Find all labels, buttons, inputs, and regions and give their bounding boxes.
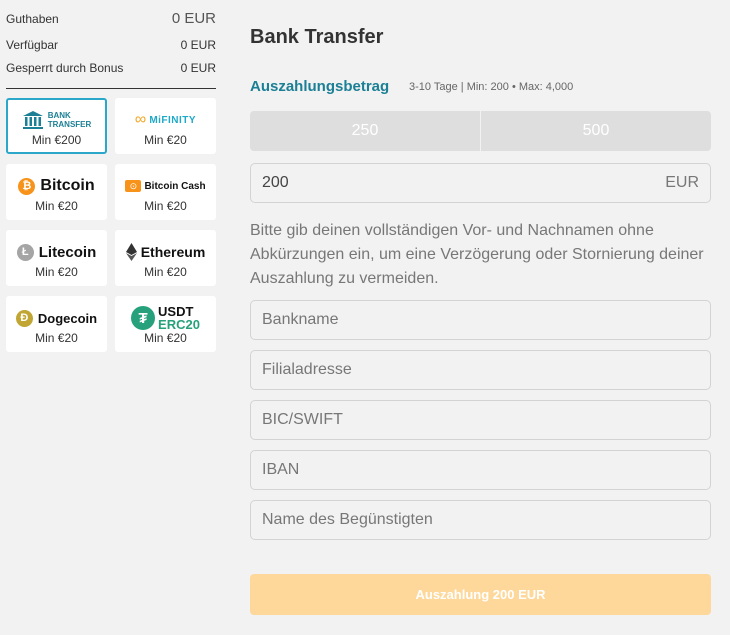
bonus-locked-row: Gesperrt durch Bonus 0 EUR [6, 61, 216, 75]
balance-row: Guthaben 0 EUR [6, 10, 216, 27]
quick-amounts: 250 500 [250, 111, 711, 151]
method-bitcoin[interactable]: ₿ Bitcoin Min €20 [6, 164, 107, 220]
method-dogecoin[interactable]: Ð Dogecoin Min €20 [6, 296, 107, 352]
bank-icon [22, 111, 43, 129]
iban-field [250, 450, 711, 490]
name-notice: Bitte gib deinen vollständigen Vor- und … [250, 222, 704, 287]
bitcoin-cash-logo: ⊙ Bitcoin Cash [117, 172, 214, 200]
withdraw-button[interactable]: Auszahlung 200 EUR [250, 574, 711, 615]
bank-logo-line2: TRANSFER [47, 120, 92, 129]
litecoin-logo-text: Litecoin [38, 243, 97, 261]
method-min: Min €20 [35, 265, 78, 279]
tether-icon: ₮ [131, 306, 156, 330]
bitcoin-logo: ₿ Bitcoin [8, 172, 105, 200]
quick-amount-button[interactable]: 500 [480, 111, 711, 151]
mifinity-logo: ∞ MiFINITY [117, 106, 214, 134]
method-min: Min €20 [144, 331, 187, 345]
dogecoin-icon: Ð [15, 309, 33, 327]
method-bank-transfer[interactable]: BANK TRANSFER Min €200 [6, 98, 107, 154]
method-ethereum[interactable]: Ethereum Min €20 [115, 230, 216, 286]
branch-address-field [250, 350, 711, 390]
currency-label: EUR [665, 174, 699, 191]
available-row: Verfügbar 0 EUR [6, 38, 216, 52]
bitcoin-icon: ₿ [18, 177, 36, 195]
litecoin-icon: Ł [16, 243, 34, 261]
beneficiary-field [250, 500, 711, 540]
method-usdt-erc20[interactable]: ₮ USDT ERC20 Min €20 [115, 296, 216, 352]
available-value: 0 EUR [180, 38, 216, 52]
bitcoin-logo-text: Bitcoin [40, 177, 95, 194]
payment-sidebar: Guthaben 0 EUR Verfügbar 0 EUR Gesperrt … [0, 0, 226, 635]
method-litecoin[interactable]: Ł Litecoin Min €20 [6, 230, 107, 286]
bitcoin-cash-logo-text: Bitcoin Cash [144, 180, 206, 192]
bank-logo-line1: BANK [47, 111, 71, 120]
method-min: Min €200 [31, 133, 82, 147]
method-min: Min €20 [144, 199, 187, 213]
withdrawal-form: Bank Transfer Auszahlungsbetrag 3-10 Tag… [226, 0, 730, 635]
bonus-locked-label: Gesperrt durch Bonus [6, 61, 124, 75]
amount-limits: 3-10 Tage | Min: 200 • Max: 4,000 [409, 81, 574, 93]
ethereum-logo: Ethereum [117, 238, 214, 266]
amount-field: EUR [250, 163, 711, 203]
beneficiary-input[interactable] [262, 511, 699, 529]
bitcoin-cash-icon: ⊙ [125, 180, 142, 192]
method-min: Min €20 [35, 331, 78, 345]
mifinity-logo-text: MiFINITY [149, 114, 197, 126]
amount-label: Auszahlungsbetrag [250, 78, 390, 95]
infinity-icon: ∞ [134, 111, 147, 128]
iban-input[interactable] [262, 461, 699, 479]
method-min: Min €20 [144, 133, 187, 147]
branch-address-input[interactable] [262, 361, 699, 379]
method-mifinity[interactable]: ∞ MiFINITY Min €20 [115, 98, 216, 154]
ethereum-icon [125, 243, 137, 261]
method-min: Min €20 [144, 265, 187, 279]
amount-input[interactable] [262, 174, 666, 192]
usdt-logo-line2: ERC20 [158, 317, 200, 332]
available-label: Verfügbar [6, 38, 59, 52]
bank-name-input[interactable] [262, 311, 699, 329]
bank-name-field [250, 300, 711, 340]
balance-value: 0 EUR [171, 10, 216, 27]
dogecoin-logo: Ð Dogecoin [8, 304, 105, 332]
bonus-locked-value: 0 EUR [180, 61, 216, 75]
page-title: Bank Transfer [250, 26, 384, 48]
ethereum-logo-text: Ethereum [140, 244, 206, 260]
balance-label: Guthaben [6, 12, 59, 26]
method-bitcoin-cash[interactable]: ⊙ Bitcoin Cash Min €20 [115, 164, 216, 220]
method-min: Min €20 [35, 199, 78, 213]
usdt-logo: ₮ USDT ERC20 [117, 304, 214, 332]
balance-divider [6, 88, 216, 89]
bic-field [250, 400, 711, 440]
bank-transfer-logo: BANK TRANSFER [8, 106, 105, 134]
quick-amount-button[interactable]: 250 [250, 111, 480, 151]
bic-input[interactable] [262, 411, 699, 429]
litecoin-logo: Ł Litecoin [8, 238, 105, 266]
dogecoin-logo-text: Dogecoin [37, 310, 98, 326]
